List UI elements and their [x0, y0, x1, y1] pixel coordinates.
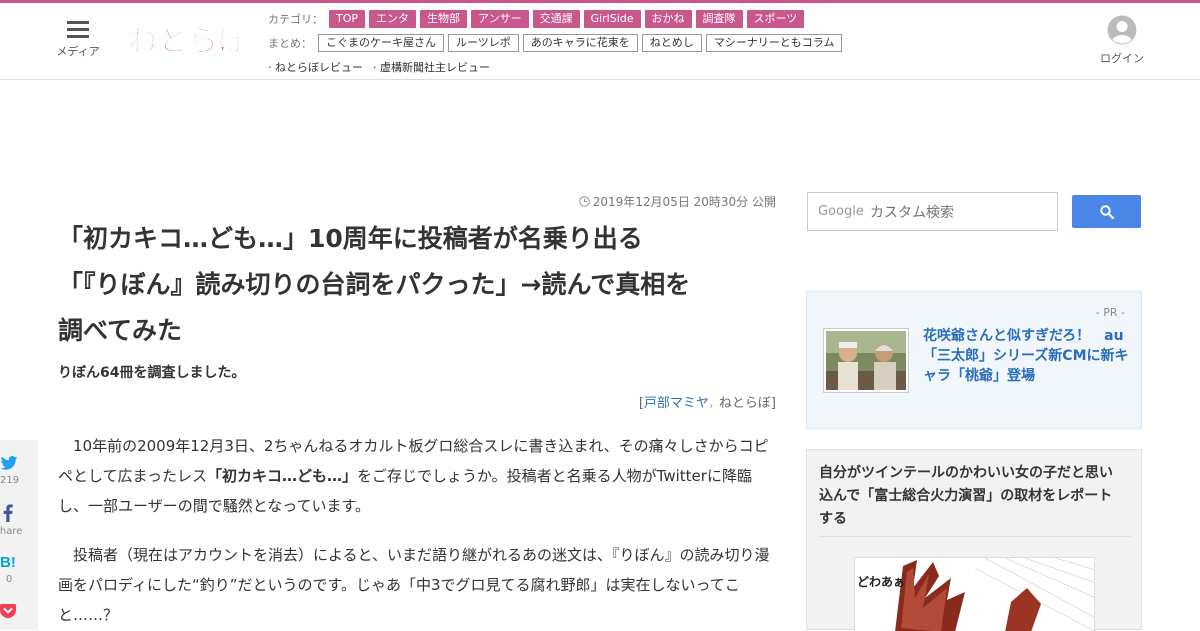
pr-label: - PR - — [1095, 306, 1125, 319]
divider — [819, 536, 1131, 537]
summary-roots-repo[interactable]: ルーツレポ — [448, 34, 519, 52]
publish-date-text: 2019年12月05日 20時30分 公開 — [592, 195, 776, 209]
media-menu-button[interactable]: メディア — [52, 21, 104, 59]
article-subtitle: りぼん64冊を調査しました。 — [58, 365, 246, 381]
category-seibutsubu[interactable]: 生物部 — [420, 10, 468, 28]
pr-link[interactable]: 花咲爺さんと似すぎだろ！ au「三太郎」シリーズ新CMに新キャラ「桃爺」登場 — [923, 326, 1129, 386]
title-line: 「『りぼん』読み切りの台詞をパクった」→読んで真相を — [58, 270, 691, 299]
pocket-icon — [0, 604, 16, 618]
google-label: Google — [818, 204, 864, 219]
svg-text:どわあぁ: どわあぁ — [857, 575, 905, 589]
author-link[interactable]: 戸部マミヤ — [644, 396, 709, 411]
recommend-title[interactable]: 自分がツインテールのかわいい女の子だと思い込んで「富士総合火力演習」の取材をレポ… — [819, 462, 1125, 531]
outlet-name: ねとらぼ — [718, 396, 771, 411]
pr-box: - PR - 花咲爺さんと似すぎだろ！ au「三太郎」シリーズ新CMに新キャラ「… — [806, 291, 1142, 429]
hatena-icon: B! — [0, 554, 16, 571]
category-enta[interactable]: エンタ — [369, 10, 417, 28]
byline-separator: ， — [708, 399, 719, 410]
review-row: · ねとらぼレビュー · 虚構新聞社主レビュー — [268, 57, 500, 77]
title-line: 調べてみた — [58, 316, 183, 345]
login-button[interactable]: ログイン — [1096, 15, 1148, 66]
category-girlside[interactable]: GirlSide — [583, 10, 641, 28]
title-line: 「初カキコ…ども…」10周年に投稿者が名乗り出る — [58, 224, 643, 253]
hatena-count: 0 — [5, 574, 13, 585]
share-bar: 219 Share B! 0 — [0, 440, 38, 630]
pr-thumbnail[interactable] — [823, 328, 909, 393]
clock-icon — [578, 196, 590, 207]
login-label: ログイン — [1100, 52, 1144, 65]
search-input[interactable] — [868, 193, 1053, 230]
svg-text:ねとらぼ: ねとらぼ — [128, 24, 240, 59]
manga-illustration: どわあぁ — [855, 558, 1094, 631]
kyoko-review-link[interactable]: · 虚構新聞社主レビュー — [373, 59, 490, 75]
site-header: メディア ねとらぼ カテゴリ： TOP エンタ 生物部 アンサー 交通課 Gir… — [0, 3, 1200, 80]
category-okane[interactable]: おかね — [644, 10, 692, 28]
category-chousatai[interactable]: 調査隊 — [695, 10, 743, 28]
netorabo-review-link[interactable]: · ねとらぼレビュー — [268, 59, 363, 75]
twitter-count: 219 — [0, 475, 20, 486]
summary-label: まとめ： — [268, 37, 312, 50]
publish-date: 2019年12月05日 20時30分 公開 — [560, 193, 776, 210]
byline-close: ] — [770, 396, 776, 411]
article-paragraph: 10年前の2009年12月3日、2ちゃんねるオカルト板グロ総合スレに書き込まれ、… — [58, 431, 780, 521]
search-form: Google — [807, 192, 1058, 231]
recommend-box: 自分がツインテールのかわいい女の子だと思い込んで「富士総合火力演習」の取材をレポ… — [806, 449, 1142, 631]
twitter-icon — [0, 456, 18, 470]
menu-label: メディア — [56, 45, 100, 58]
category-top[interactable]: TOP — [329, 10, 366, 28]
netorabo-logo[interactable]: ねとらぼ — [126, 17, 241, 63]
category-row: カテゴリ： TOP エンタ 生物部 アンサー 交通課 GirlSide おかね … — [268, 9, 808, 29]
summary-netomeshi[interactable]: ねとめし — [641, 34, 702, 52]
pr-thumbnail-image — [826, 331, 906, 390]
facebook-icon — [3, 504, 13, 522]
article-title: 「初カキコ…ども…」10周年に投稿者が名乗り出る 「『りぼん』読み切りの台詞をパ… — [58, 216, 780, 354]
article-paragraph: 投稿者（現在はアカウントを消去）によると、いまだ語り継がれるあの迷文は、『りぼん… — [58, 546, 770, 624]
category-answer[interactable]: アンサー — [471, 10, 529, 28]
search-button[interactable] — [1072, 195, 1141, 228]
byline: [戸部マミヤ，ねとらぼ] — [500, 392, 776, 411]
user-icon — [1107, 15, 1137, 45]
facebook-label: Share — [0, 526, 23, 537]
summary-hanataba[interactable]: あのキャラに花束を — [522, 34, 638, 52]
summary-row: まとめ： こぐまのケーキ屋さん ルーツレポ あのキャラに花束を ねとめし マシー… — [268, 33, 846, 53]
paragraph-emphasis: 「初カキコ…ども…」 — [206, 467, 357, 485]
category-label: カテゴリ： — [268, 13, 323, 26]
search-icon — [1100, 205, 1114, 219]
hamburger-icon — [67, 21, 89, 39]
category-sports[interactable]: スポーツ — [746, 10, 805, 28]
category-koutsuka[interactable]: 交通課 — [532, 10, 580, 28]
summary-machinary[interactable]: マシーナリーともコラム — [705, 34, 843, 52]
recommend-image[interactable]: どわあぁ — [854, 557, 1095, 631]
summary-koguma[interactable]: こぐまのケーキ屋さん — [318, 34, 444, 52]
